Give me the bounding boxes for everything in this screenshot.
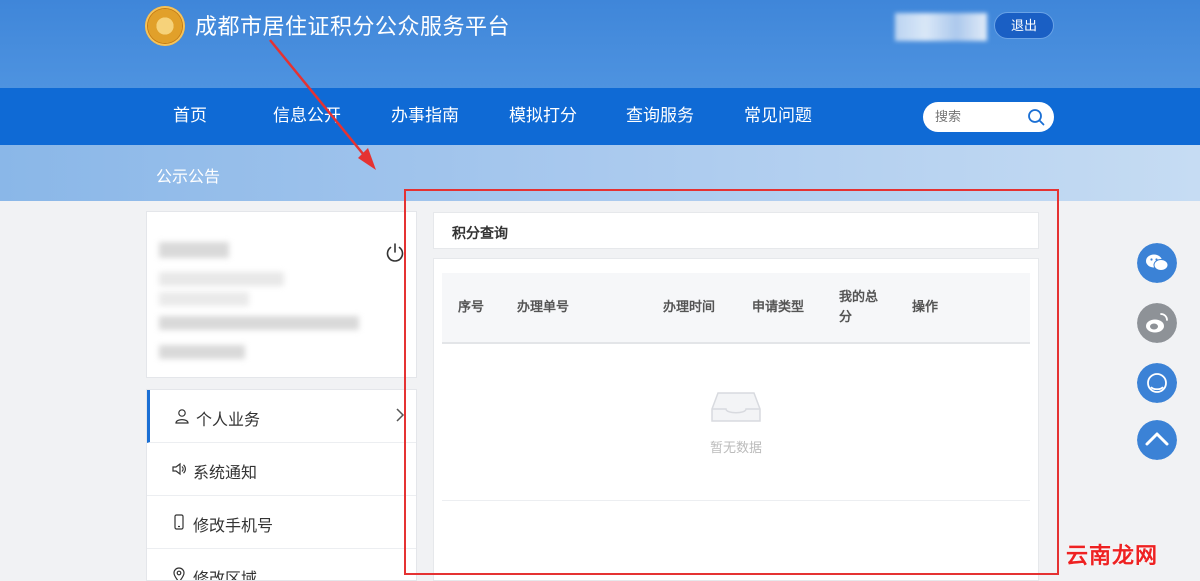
profile-id-blurred — [159, 316, 359, 330]
profile-phone-blurred — [159, 345, 245, 359]
empty-box-icon — [711, 392, 761, 422]
nav-item-home[interactable]: 首页 — [173, 88, 207, 145]
sidebar-item-label: 个人业务 — [196, 410, 261, 429]
column-header-index: 序号 — [458, 300, 485, 315]
panel-header: 积分查询 — [433, 212, 1039, 249]
speaker-icon — [172, 462, 186, 476]
sidebar-item-phone[interactable]: 修改手机号 — [147, 496, 416, 549]
profile-info-blurred — [159, 292, 249, 306]
weibo-icon[interactable] — [1137, 303, 1177, 343]
profile-card — [146, 211, 417, 378]
search-input[interactable] — [935, 107, 1025, 127]
user-icon — [175, 409, 189, 424]
column-header-time: 办理时间 — [663, 300, 716, 315]
column-header-action: 操作 — [912, 300, 939, 315]
nav-item-guide[interactable]: 办事指南 — [391, 88, 459, 145]
site-header: 成都市居住证积分公众服务平台 退出 — [0, 0, 1200, 88]
nav-item-info[interactable]: 信息公开 — [273, 88, 341, 145]
results-table: 序号 办理单号 办理时间 申请类型 我的总分 操作 暂无数据 — [433, 258, 1039, 581]
column-header-type: 申请类型 — [752, 300, 805, 315]
sidebar-item-label: 系统通知 — [193, 463, 258, 482]
wechat-icon[interactable] — [1137, 243, 1177, 283]
location-icon — [173, 567, 185, 580]
chevron-right-icon — [396, 408, 405, 422]
banner-title: 公示公告 — [156, 167, 221, 186]
customer-service-icon[interactable] — [1137, 363, 1177, 403]
sidebar-item-region[interactable]: 修改区域 — [147, 549, 416, 581]
sidebar-item-personal[interactable]: 个人业务 — [147, 390, 416, 443]
search-icon[interactable] — [1027, 108, 1045, 126]
logout-button[interactable]: 退出 — [994, 12, 1054, 39]
user-name-blurred — [895, 13, 987, 41]
site-logo[interactable] — [145, 6, 185, 46]
nav-item-query[interactable]: 查询服务 — [626, 88, 694, 145]
sidebar-item-label: 修改手机号 — [193, 516, 274, 535]
power-icon[interactable] — [384, 242, 406, 264]
empty-state-text: 暂无数据 — [710, 441, 763, 456]
page-banner: 公示公告 — [0, 145, 1200, 201]
back-to-top-icon[interactable] — [1137, 420, 1177, 460]
nav-item-faq[interactable]: 常见问题 — [744, 88, 812, 145]
sidebar-item-label: 修改区域 — [193, 569, 258, 581]
sidebar-item-notice[interactable]: 系统通知 — [147, 443, 416, 496]
site-title[interactable]: 成都市居住证积分公众服务平台 — [195, 9, 510, 41]
column-header-score: 我的总分 — [839, 290, 879, 325]
main-nav: 首页 信息公开 办事指南 模拟打分 查询服务 常见问题 — [0, 88, 1200, 145]
search-box — [923, 102, 1054, 132]
watermark-text: 云南龙网 — [1066, 544, 1159, 569]
phone-icon — [174, 514, 184, 530]
table-header: 序号 办理单号 办理时间 申请类型 我的总分 操作 — [442, 273, 1030, 344]
column-header-order-no: 办理单号 — [517, 300, 570, 315]
divider — [442, 500, 1030, 501]
nav-item-simulate[interactable]: 模拟打分 — [509, 88, 577, 145]
panel-title: 积分查询 — [452, 226, 508, 242]
profile-info-blurred — [159, 272, 284, 286]
profile-name-blurred — [159, 242, 229, 258]
sidebar-menu: 个人业务 系统通知 修改手机号 修改区域 — [146, 389, 417, 581]
